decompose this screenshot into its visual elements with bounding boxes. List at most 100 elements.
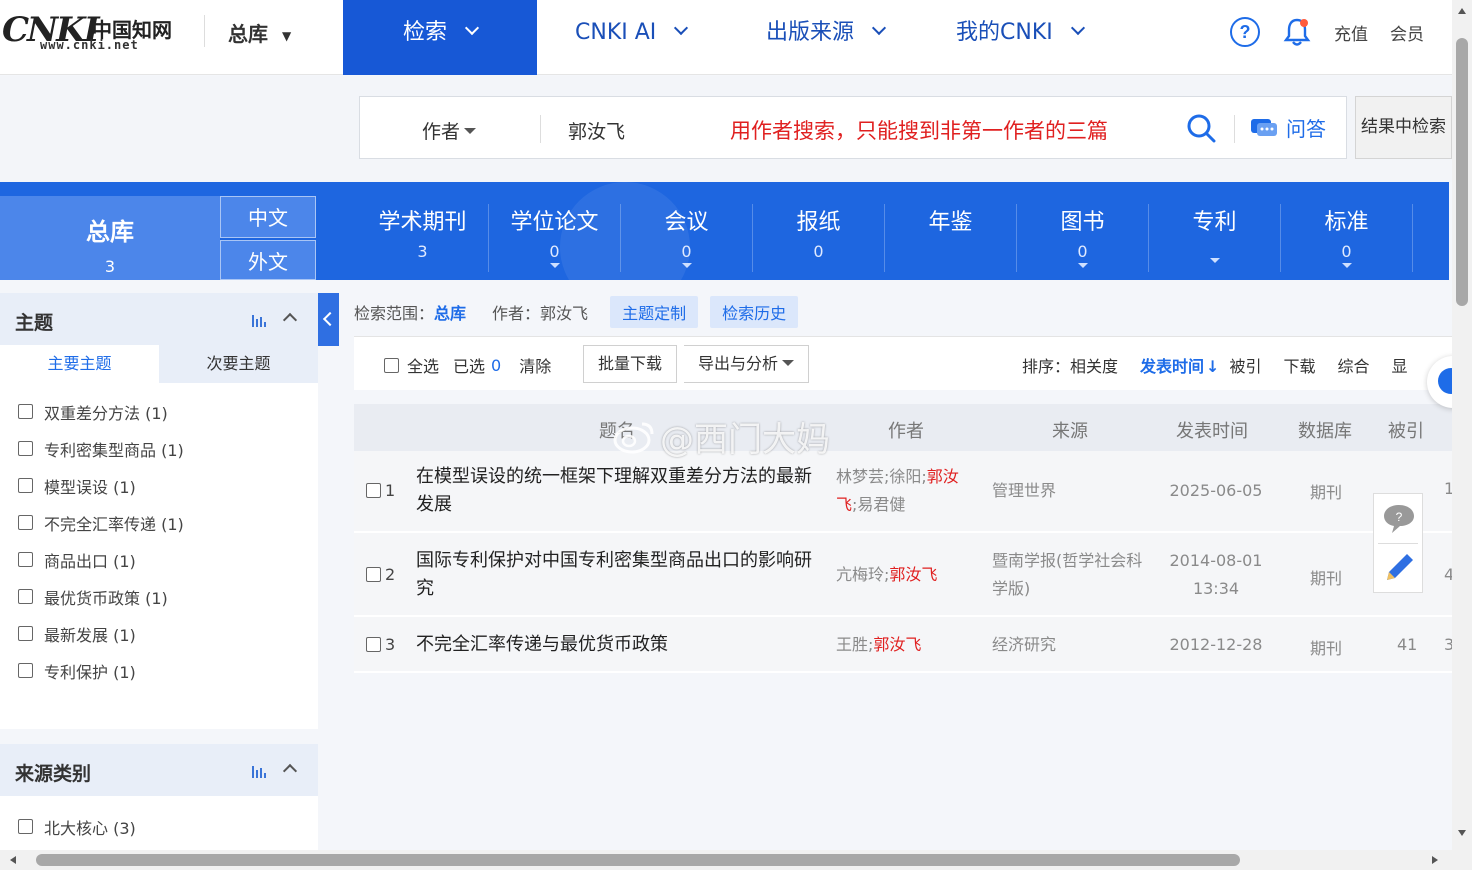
facet-topic-header: 主题 [0,293,318,345]
facet-item[interactable]: 最新发展 (1) [0,615,318,652]
facet-item-label: 模型误设 (1) [44,477,136,497]
nav-my-cnki[interactable]: 我的CNKI [956,0,1085,75]
cnki-logo[interactable]: CNKI 中国知网 www.cnki.net [0,8,180,56]
search-icon[interactable] [1186,113,1216,143]
tab-foreign[interactable]: 外文 [220,240,316,280]
scroll-left-arrow-icon[interactable] [10,856,16,864]
checkbox[interactable] [18,441,33,456]
scroll-thumb[interactable] [36,854,1240,866]
search-input[interactable]: 郭汝飞 [568,117,625,144]
sort-relevance[interactable]: 相关度 [1070,353,1118,377]
checkbox[interactable] [366,567,381,582]
search-field-select[interactable]: 作者 [422,117,477,144]
author-name[interactable]: 亢梅玲; [836,565,889,584]
checkbox[interactable] [18,478,33,493]
search-history-button[interactable]: 检索历史 [710,296,799,328]
floating-tools: ? [1373,493,1423,593]
ai-qa-button[interactable]: 问答 [1250,113,1326,142]
chart-bars-icon[interactable] [252,315,268,327]
tab-chinese[interactable]: 中文 [220,196,316,238]
sort-download[interactable]: 下载 [1283,353,1315,377]
checkbox[interactable] [18,404,33,419]
db-select-dropdown[interactable]: 总库 ▼ [228,18,291,47]
tab-standard[interactable]: 标准 0 [1281,204,1413,272]
feedback-button[interactable]: ? [1374,494,1422,543]
result-title[interactable]: 不完全汇率传递与最优货币政策 [416,631,824,659]
facet-item[interactable]: 北大核心 (3) [0,808,318,845]
tab-total[interactable]: 总库 3 [0,196,220,280]
chart-bars-icon[interactable] [252,766,268,778]
facet-item[interactable]: 最优货币政策 (1) [0,578,318,615]
checkbox[interactable] [18,626,33,641]
author-highlight[interactable]: 郭汝飞 [873,635,921,654]
sort-more[interactable]: 显 [1392,353,1408,377]
chevron-up-icon[interactable] [282,312,298,328]
scroll-down-arrow-icon[interactable] [1458,830,1466,836]
checkbox[interactable] [18,663,33,678]
nav-search[interactable]: 检索 [343,0,537,75]
select-all-label[interactable]: 全选 [407,353,439,377]
facet-item[interactable]: 双重差分方法 (1) [0,393,318,430]
tab-book[interactable]: 图书 0 [1017,204,1149,272]
sort-date[interactable]: 发表时间 ↓ [1140,353,1219,377]
tab-yearbook[interactable]: 年鉴 [885,204,1017,272]
nav-publication-source[interactable]: 出版来源 [766,0,887,75]
result-source[interactable]: 暨南学报(哲学社会科学版) [992,547,1156,603]
chat-bubble-icon [1251,118,1277,136]
select-all-checkbox[interactable] [384,357,399,373]
sort-overall[interactable]: 综合 [1337,353,1369,377]
topic-custom-button[interactable]: 主题定制 [610,296,699,328]
batch-download-button[interactable]: 批量下载 [583,345,678,383]
tab-secondary-topic[interactable]: 次要主题 [159,345,318,383]
facet-item[interactable]: 专利密集型商品 (1) [0,430,318,467]
collapse-sidebar-button[interactable] [318,293,339,346]
member-link[interactable]: 会员 [1390,20,1424,45]
checkbox[interactable] [18,589,33,604]
export-analysis-button[interactable]: 导出与分析 [684,345,810,383]
scope-value[interactable]: 总库 [434,300,466,324]
author-highlight[interactable]: 郭汝飞 [889,565,937,584]
tab-conference[interactable]: 会议 0 [621,204,753,272]
nav-cnki-ai-label: CNKI AI [575,20,657,45]
checkbox[interactable] [18,552,33,567]
result-title[interactable]: 国际专利保护对中国专利密集型商品出口的影响研究 [416,547,824,603]
tab-patent[interactable]: 专利 [1149,204,1281,272]
tab-count: 3 [417,242,428,261]
facet-item[interactable]: 专利保护 (1) [0,652,318,689]
author-name[interactable]: 林梦芸;徐阳; [836,467,927,486]
result-source[interactable]: 管理世界 [992,477,1156,505]
facet-item[interactable]: 不完全汇率传递 (1) [0,504,318,541]
note-button[interactable] [1374,544,1422,593]
scroll-right-arrow-icon[interactable] [1432,856,1438,864]
checkbox[interactable] [366,637,381,652]
search-within-results-button[interactable]: 结果中检索 [1355,96,1452,159]
author-name[interactable]: ;易君健 [852,495,905,514]
checkbox[interactable] [18,819,33,834]
recharge-link[interactable]: 充值 [1334,20,1368,45]
tab-main-topic[interactable]: 主要主题 [0,345,159,383]
horizontal-scrollbar[interactable] [0,850,1472,870]
tab-newspaper[interactable]: 报纸 0 [753,204,885,272]
facet-item[interactable]: 商品出口 (1) [0,541,318,578]
facet-item[interactable]: 模型误设 (1) [0,467,318,504]
result-title[interactable]: 在模型误设的统一框架下理解双重差分方法的最新发展 [416,463,824,519]
sort-cite[interactable]: 被引 [1229,353,1261,377]
sort-label: 排序： [1022,357,1071,376]
clear-button[interactable]: 清除 [519,353,551,377]
author-name[interactable]: 王胜; [836,635,873,654]
result-source[interactable]: 经济研究 [992,631,1156,659]
tab-thesis[interactable]: 学位论文 0 [489,204,621,272]
nav-cnki-ai[interactable]: CNKI AI [575,0,689,75]
chevron-up-icon[interactable] [282,763,298,779]
checkbox[interactable] [18,515,33,530]
notification-bell-icon[interactable] [1282,16,1312,48]
result-cite[interactable]: 41 [1397,635,1417,654]
tab-journal[interactable]: 学术期刊 3 [357,204,489,272]
checkbox[interactable] [366,483,381,498]
vertical-scrollbar[interactable] [1452,0,1472,850]
scroll-up-arrow-icon[interactable] [1458,8,1466,14]
tab-label: 年鉴 [928,210,973,235]
help-icon[interactable]: ? [1230,17,1260,47]
search-annotation: 用作者搜索，只能搜到非第一作者的三篇 [730,119,1108,143]
scroll-thumb[interactable] [1456,38,1468,306]
